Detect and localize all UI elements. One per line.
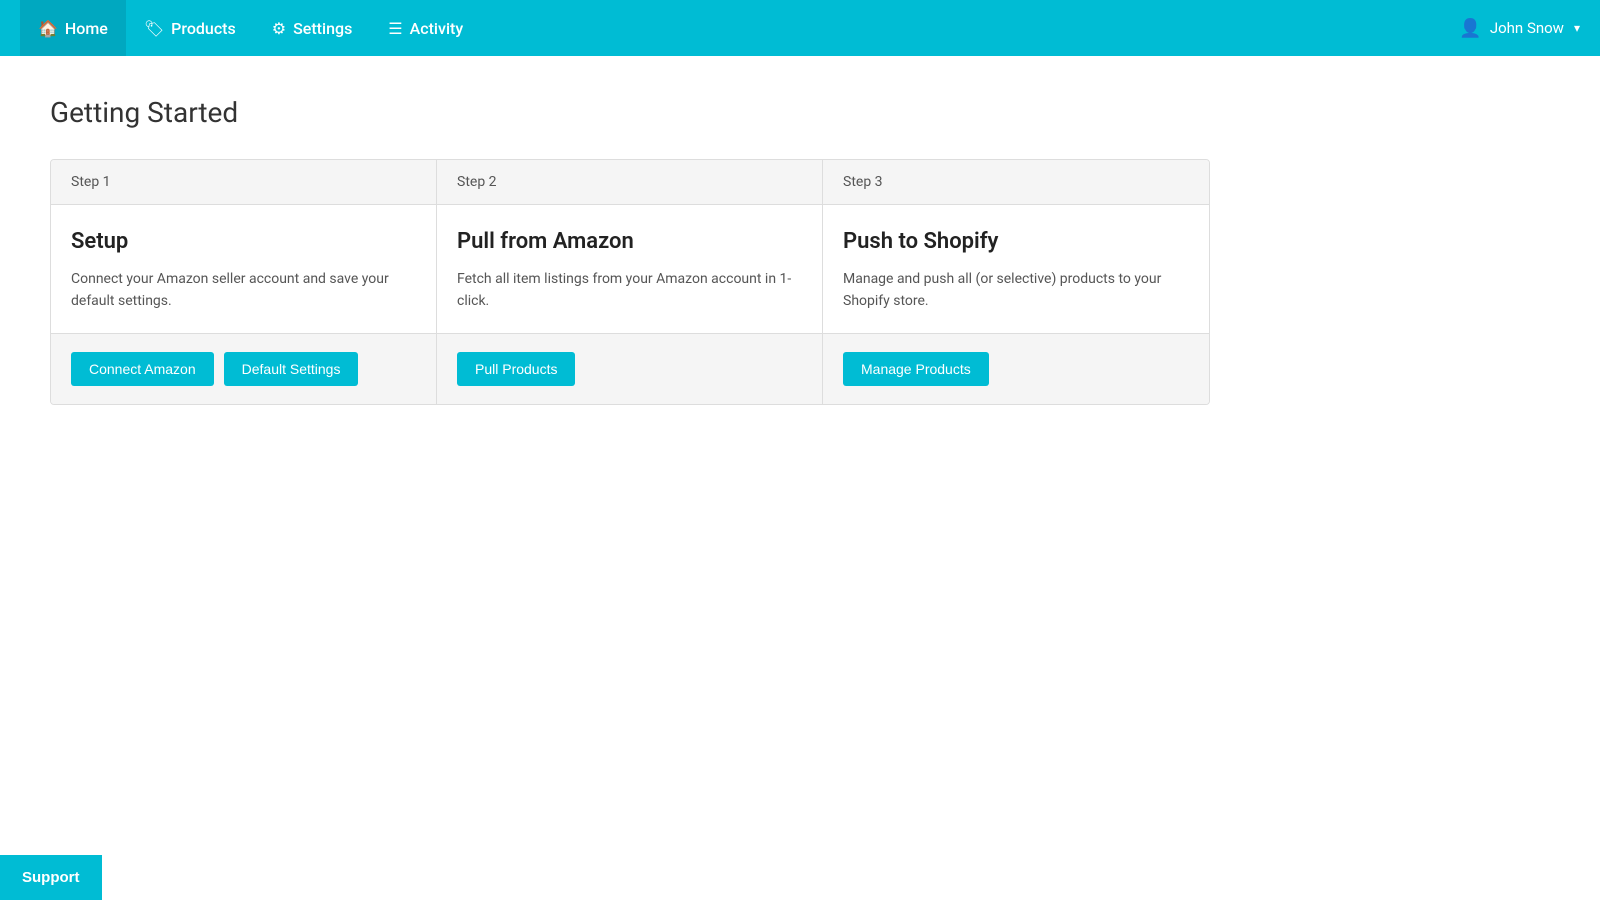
nav-item-products[interactable]: 🏷 Products [126,0,254,56]
step-2-cell: Step 2 Pull from Amazon Fetch all item l… [437,160,823,404]
step-1-header: Step 1 [51,160,436,205]
steps-grid: Step 1 Setup Connect your Amazon seller … [50,159,1210,405]
step-2-body: Pull from Amazon Fetch all item listings… [437,205,822,334]
products-icon: 🏷 [144,19,164,38]
pull-products-button[interactable]: Pull Products [457,352,575,386]
activity-icon: ☰ [388,19,402,38]
step-1-title: Setup [71,229,416,254]
step-3-title: Push to Shopify [843,229,1189,254]
settings-icon: ⚙ [272,19,286,38]
connect-amazon-button[interactable]: Connect Amazon [71,352,214,386]
nav-items: 🏠 Home 🏷 Products ⚙ Settings ☰ Activity [20,0,1459,56]
main-content: Getting Started Step 1 Setup Connect you… [0,56,1600,445]
step-3-description: Manage and push all (or selective) produ… [843,268,1189,313]
home-icon: 🏠 [38,19,58,38]
nav-item-activity[interactable]: ☰ Activity [370,0,481,56]
step-3-header: Step 3 [823,160,1209,205]
step-2-description: Fetch all item listings from your Amazon… [457,268,802,313]
user-dropdown-arrow: ▾ [1574,21,1580,35]
manage-products-button[interactable]: Manage Products [843,352,989,386]
step-1-body: Setup Connect your Amazon seller account… [51,205,436,334]
step-3-actions: Manage Products [823,334,1209,404]
step-1-description: Connect your Amazon seller account and s… [71,268,416,313]
nav-item-settings[interactable]: ⚙ Settings [254,0,371,56]
nav-item-home[interactable]: 🏠 Home [20,0,126,56]
user-menu[interactable]: 👤 John Snow ▾ [1459,18,1580,39]
nav-label-products: Products [171,19,236,38]
step-1-actions: Connect Amazon Default Settings [51,334,436,404]
page-title: Getting Started [50,96,1550,129]
navbar: 🏠 Home 🏷 Products ⚙ Settings ☰ Activity … [0,0,1600,56]
step-2-actions: Pull Products [437,334,822,404]
step-3-cell: Step 3 Push to Shopify Manage and push a… [823,160,1209,404]
user-name: John Snow [1490,19,1564,37]
user-icon: 👤 [1459,18,1481,39]
step-2-header-label: Step 2 [457,174,497,190]
step-3-body: Push to Shopify Manage and push all (or … [823,205,1209,334]
step-3-header-label: Step 3 [843,174,883,190]
step-2-header: Step 2 [437,160,822,205]
default-settings-button[interactable]: Default Settings [224,352,359,386]
nav-label-settings: Settings [293,19,352,38]
nav-label-home: Home [65,19,108,38]
nav-label-activity: Activity [410,19,464,38]
step-2-title: Pull from Amazon [457,229,802,254]
support-button[interactable]: Support [0,855,102,900]
step-1-cell: Step 1 Setup Connect your Amazon seller … [51,160,437,404]
step-1-header-label: Step 1 [71,174,111,190]
